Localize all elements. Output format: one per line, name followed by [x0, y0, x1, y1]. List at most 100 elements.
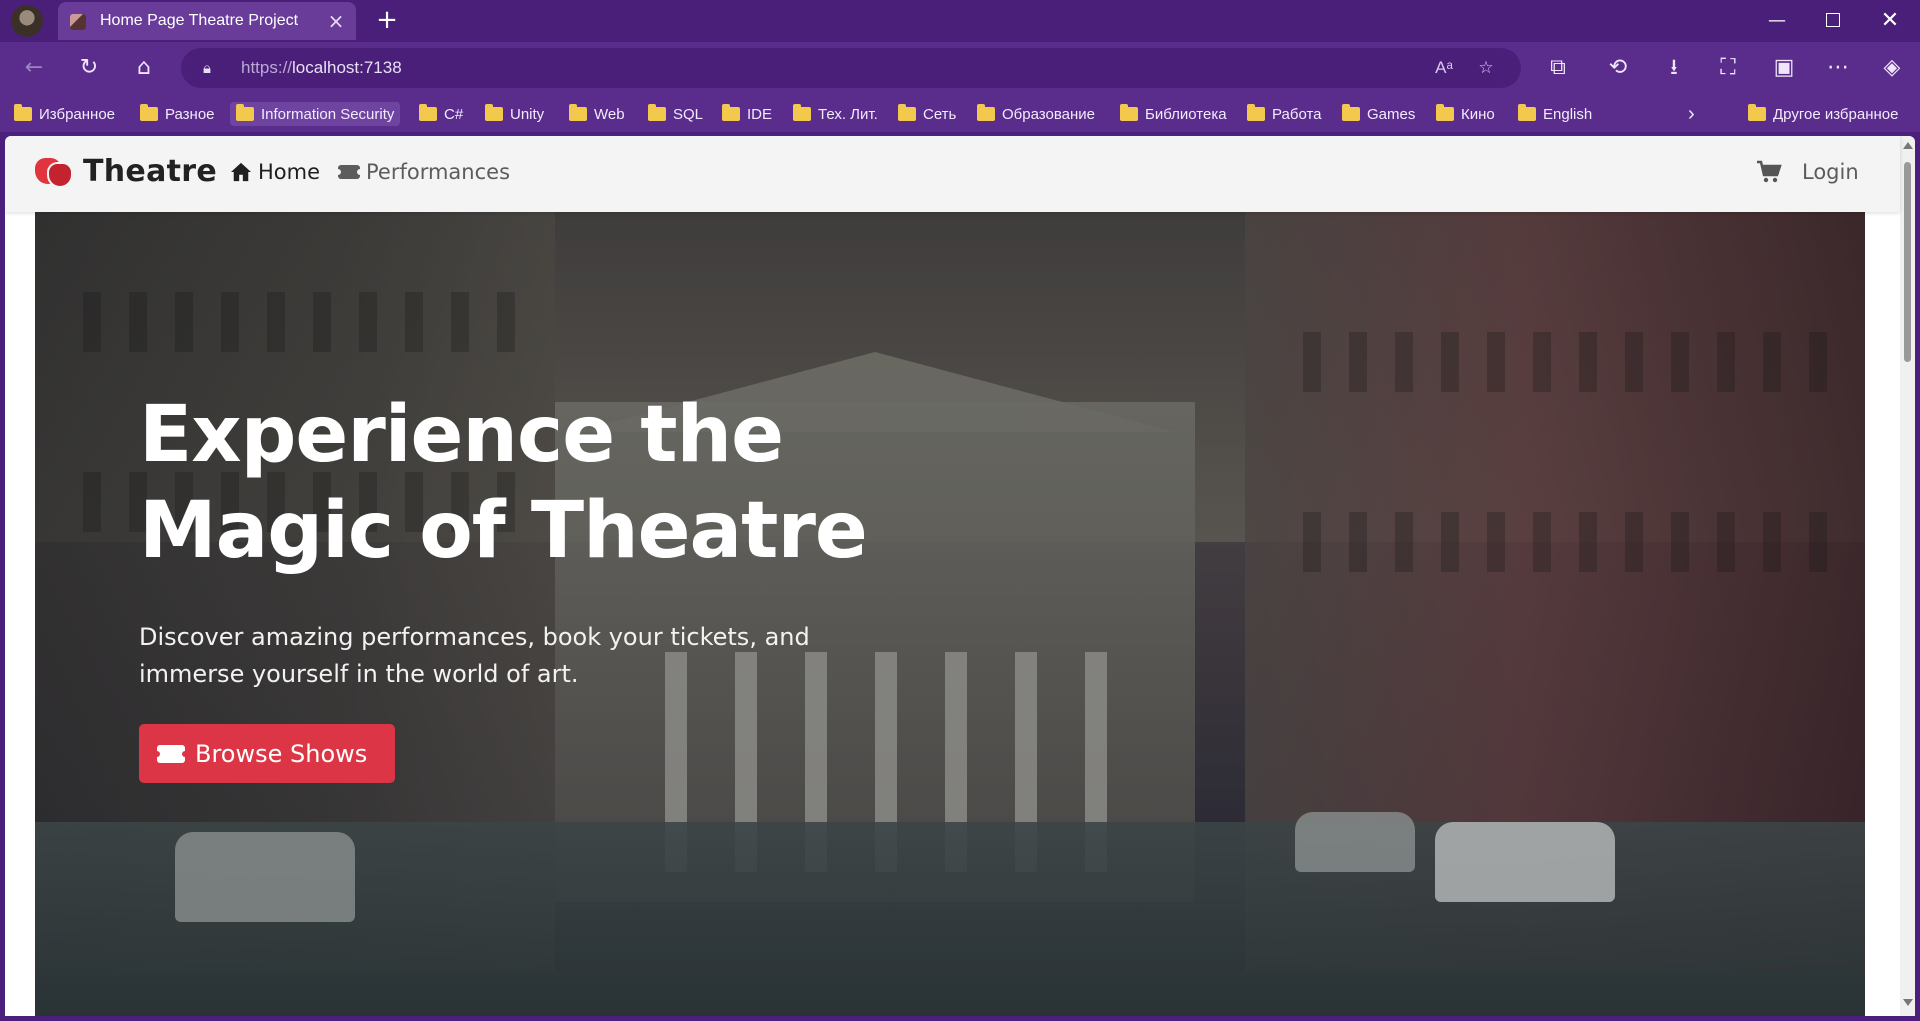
bookmark-folder[interactable]: C#: [419, 102, 463, 126]
url-host: localhost:7138: [292, 58, 402, 77]
address-bar[interactable]: 🔒︎ https://localhost:7138 Aᵃ ☆: [181, 48, 1521, 88]
bookmark-label: IDE: [747, 105, 773, 123]
bookmark-folder[interactable]: Библиотека: [1120, 102, 1227, 126]
home-button[interactable]: ⌂: [126, 50, 162, 86]
bookmark-label: Games: [1367, 105, 1416, 123]
favorite-star-icon[interactable]: ☆: [1474, 56, 1498, 80]
folder-icon: [419, 104, 437, 121]
downloads-icon[interactable]: ⭳: [1656, 50, 1692, 86]
bookmark-folder[interactable]: SQL: [648, 102, 703, 126]
folder-icon: [648, 104, 666, 121]
extensions-icon[interactable]: ⧉: [1540, 50, 1576, 86]
hero-windows: [1275, 512, 1835, 572]
history-icon[interactable]: ⟲: [1600, 50, 1636, 86]
nav-home-label: Home: [258, 160, 321, 184]
browse-shows-label: Browse Shows: [195, 739, 368, 768]
hero-windows: [55, 292, 535, 352]
browser-tab[interactable]: Home Page Theatre Project ×: [58, 2, 356, 40]
browse-shows-button[interactable]: Browse Shows: [139, 724, 395, 783]
bookmark-folder[interactable]: IDE: [722, 102, 772, 126]
read-aloud-icon[interactable]: Aᵃ: [1432, 56, 1456, 80]
bookmark-folder[interactable]: Работа: [1247, 102, 1322, 126]
hero-car: [175, 832, 355, 922]
back-button[interactable]: ←: [16, 50, 52, 86]
bookmark-label: Unity: [510, 105, 545, 123]
hero-car: [1435, 822, 1615, 902]
ticket-icon: [335, 165, 363, 179]
url-text[interactable]: https://localhost:7138: [241, 58, 402, 78]
bookmark-folder[interactable]: Разное: [140, 102, 215, 126]
folder-icon: [1247, 104, 1265, 121]
bookmarks-overflow-chevron-icon[interactable]: ›: [1688, 102, 1695, 126]
bookmark-folder[interactable]: Information Security: [230, 102, 401, 126]
hero-windows: [1275, 332, 1835, 392]
more-menu-icon[interactable]: ⋯: [1820, 50, 1856, 86]
nav-home-link[interactable]: Home: [230, 160, 320, 184]
lock-icon[interactable]: 🔒︎: [203, 58, 223, 78]
bookmark-label: Сеть: [923, 105, 957, 123]
screenshot-icon[interactable]: ⛶: [1710, 50, 1746, 86]
restore-button[interactable]: [1810, 4, 1856, 38]
site-navbar: Theatre Home Performances Login: [5, 136, 1900, 212]
scrollbar-thumb[interactable]: [1904, 162, 1911, 362]
profile-avatar[interactable]: [11, 5, 43, 37]
close-window-button[interactable]: ✕: [1867, 4, 1913, 38]
page-scrollbar[interactable]: [1900, 136, 1915, 1016]
folder-icon: [1342, 104, 1360, 121]
minimize-button[interactable]: —: [1754, 4, 1800, 38]
nav-performances-link[interactable]: Performances: [335, 160, 511, 184]
scroll-up-arrow-icon[interactable]: [1903, 142, 1913, 149]
page-viewport: Theatre Home Performances Login Experien…: [5, 136, 1915, 1016]
bookmarks-bar: Избранное Разное Information Security C#…: [0, 94, 1920, 132]
bookmark-folder[interactable]: English: [1518, 102, 1592, 126]
copilot-icon[interactable]: ◈: [1874, 50, 1910, 86]
folder-icon: [898, 104, 916, 121]
bookmark-label: Избранное: [39, 105, 116, 123]
theatre-masks-icon: [35, 156, 73, 188]
hero-section: Experience the Magic of Theatre Discover…: [35, 212, 1865, 1016]
bookmark-folder[interactable]: Избранное: [14, 102, 115, 126]
reload-button[interactable]: ↻: [71, 50, 107, 86]
bookmark-folder[interactable]: Games: [1342, 102, 1415, 126]
close-tab-icon[interactable]: ×: [324, 9, 348, 33]
folder-icon: [140, 104, 158, 121]
login-link[interactable]: Login: [1802, 160, 1859, 184]
url-scheme: https://: [241, 58, 293, 77]
bookmark-label: English: [1543, 105, 1593, 123]
bookmark-label: Web: [594, 105, 625, 123]
bookmark-label: Другое избранное: [1773, 105, 1899, 123]
bookmark-folder[interactable]: Тех. Лит.: [793, 102, 878, 126]
cart-icon[interactable]: [1756, 160, 1782, 184]
bookmark-folder[interactable]: Unity: [485, 102, 544, 126]
folder-icon: [722, 104, 740, 121]
folder-icon: [1518, 104, 1536, 121]
scroll-down-arrow-icon[interactable]: [1903, 999, 1913, 1006]
home-icon: [231, 162, 251, 182]
browser-titlebar: Home Page Theatre Project × + — ✕: [0, 0, 1920, 42]
folder-icon: [793, 104, 811, 121]
folder-icon: [569, 104, 587, 121]
bookmark-label: Библиотека: [1145, 105, 1227, 123]
collections-icon[interactable]: ▣: [1766, 50, 1802, 86]
bookmark-folder[interactable]: Кино: [1436, 102, 1495, 126]
ticket-icon: [154, 744, 188, 763]
bookmark-folder[interactable]: Сеть: [898, 102, 956, 126]
folder-icon: [14, 104, 32, 121]
hero-car: [1295, 812, 1415, 872]
bookmark-label: Тех. Лит.: [818, 105, 878, 123]
bookmark-folder[interactable]: Web: [569, 102, 625, 126]
tab-favicon-icon: [70, 14, 86, 30]
bookmark-label: C#: [444, 105, 464, 123]
new-tab-button[interactable]: +: [372, 6, 402, 36]
folder-icon: [1436, 104, 1454, 121]
hero-title-line2: Magic of Theatre: [139, 486, 868, 576]
bookmark-label: Разное: [165, 105, 215, 123]
nav-performances-label: Performances: [366, 160, 511, 184]
bookmark-label: Работа: [1272, 105, 1322, 123]
bookmark-folder[interactable]: Образование: [977, 102, 1095, 126]
bookmark-folder-other[interactable]: Другое избранное: [1748, 102, 1898, 126]
folder-icon: [977, 104, 995, 121]
site-brand[interactable]: Theatre: [35, 154, 217, 189]
bookmark-label: SQL: [673, 105, 704, 123]
hero-subtitle: Discover amazing performances, book your…: [139, 623, 810, 688]
